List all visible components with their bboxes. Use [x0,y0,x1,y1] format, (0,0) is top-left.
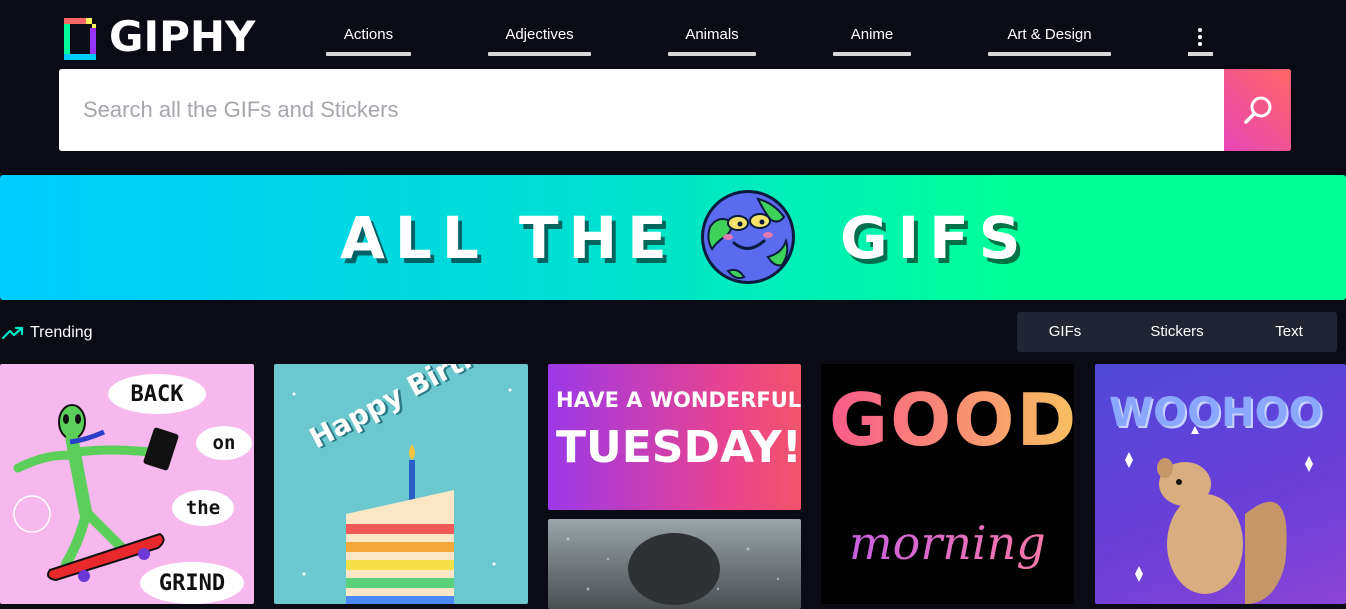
gif-card-back-on-the-grind[interactable]: BACK on the GRIND [0,364,254,604]
gif-card-woohoo-squirrel[interactable]: WOOHOO [1095,364,1346,604]
nav-item-label: Animals [685,26,739,43]
search-bar [59,69,1291,151]
giphy-logo[interactable]: GIPHY [64,14,255,60]
all-the-gifs-banner[interactable]: ALL THE GIFS [0,175,1346,300]
trending-label: Trending [30,324,93,341]
trending-up-icon [2,326,24,340]
gif-card-good-morning[interactable]: GOOD morning [821,364,1074,604]
banner-text-left: ALL THE [340,204,677,272]
nav-item-art-design[interactable]: Art & Design [988,24,1111,56]
globe-mascot-icon [701,190,795,284]
birthday-cake-illustration [292,388,512,604]
brand-name: GIPHY [109,12,256,61]
nav-item-anime[interactable]: Anime [833,24,911,56]
nav-item-underline [988,52,1111,56]
gif-card-wonderful-tuesday[interactable]: HAVE A WONDERFUL TUESDAY! [548,364,801,510]
content-type-tabs: GIFs Stickers Text [1017,312,1337,352]
gif-caption-line2: morning [849,516,1046,570]
nav-item-adjectives[interactable]: Adjectives [488,24,591,56]
nav-item-underline [668,52,756,56]
banner-text-right: GIFS [840,204,1031,272]
gif-caption-line2: TUESDAY! [556,422,801,473]
nav-item-underline [326,52,411,56]
nav-item-label: Art & Design [1007,26,1092,43]
nav-item-actions[interactable]: Actions [326,24,411,56]
nav-item-label: Adjectives [505,26,574,43]
nav-item-label: Actions [343,26,394,43]
vertical-ellipsis-icon [1198,28,1202,49]
nav-item-label: Anime [850,26,894,43]
nav-item-underline [488,52,591,56]
giphy-logo-icon [64,14,97,60]
search-icon [1243,96,1271,124]
nav-more-button[interactable] [1188,24,1213,56]
gif-card-rainy-window[interactable] [548,519,801,609]
nav-item-animals[interactable]: Animals [668,24,756,56]
tab-gifs[interactable]: GIFs [1017,312,1113,352]
tab-stickers[interactable]: Stickers [1129,312,1225,352]
alien-skateboarder-illustration [13,404,179,582]
search-input[interactable] [59,69,1224,151]
gif-card-happy-birthday[interactable]: Happy Birthday! [274,364,528,604]
squirrel-illustration [1125,426,1313,604]
search-button[interactable] [1224,69,1291,151]
rain-window-image [566,533,780,605]
nav-item-underline [1188,52,1213,56]
gif-caption-line1: HAVE A WONDERFUL [556,388,801,412]
trending-heading: Trending [2,322,93,344]
gif-caption-line1: GOOD [829,378,1074,462]
nav-item-underline [833,52,911,56]
tab-text[interactable]: Text [1241,312,1337,352]
site-header: GIPHY Actions Adjectives Animals Anime A… [0,0,1346,160]
